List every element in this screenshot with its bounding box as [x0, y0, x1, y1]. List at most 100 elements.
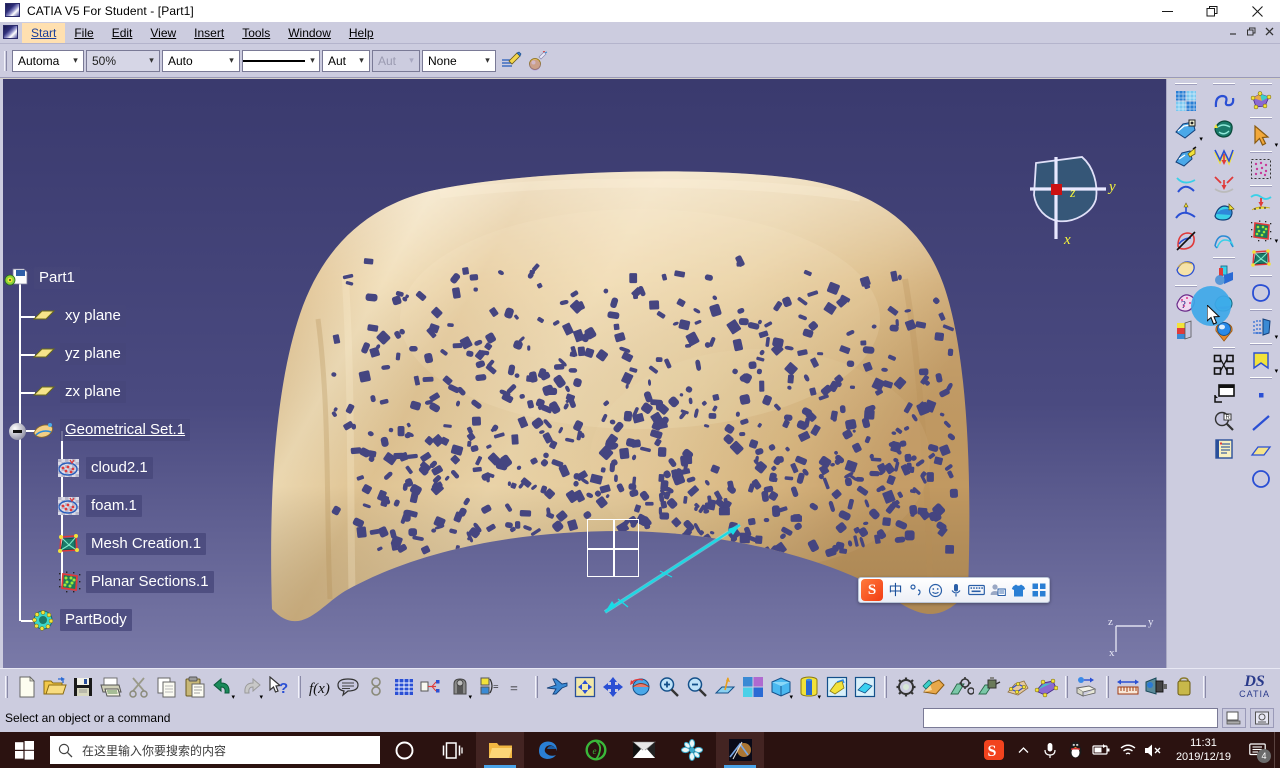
scan-creation-icon[interactable]: ▾	[1169, 115, 1203, 143]
battery-icon[interactable]	[1089, 732, 1115, 768]
zoom-in-icon[interactable]	[655, 672, 683, 702]
measure-item-icon[interactable]: =	[474, 672, 502, 702]
qq-penguin-icon[interactable]	[1063, 732, 1089, 768]
comment-icon[interactable]	[334, 672, 362, 702]
menu-window[interactable]: Window	[279, 23, 340, 43]
ime-punct-toggle[interactable]	[908, 579, 923, 601]
power-input-mode-icon[interactable]	[1250, 708, 1274, 728]
catia-document-icon[interactable]	[3, 24, 19, 41]
menu-view[interactable]: View	[141, 23, 185, 43]
select-arrow-icon[interactable]: ▾	[1244, 121, 1278, 149]
specification-tree[interactable]: Part1 xy plane yz plane zx plane Geometr…	[4, 259, 284, 639]
fit-all-in-icon[interactable]	[571, 672, 599, 702]
print-icon[interactable]	[97, 672, 125, 702]
line-type-combo[interactable]: ▾	[242, 49, 320, 72]
task-view-icon[interactable]	[428, 732, 476, 768]
mesh-creation-icon[interactable]	[1244, 245, 1278, 273]
ime-menu-icon[interactable]	[1031, 579, 1046, 601]
taskbar-search-box[interactable]: 在这里输入你要搜索的内容	[50, 736, 380, 764]
more-arrow-icon[interactable]: ▾	[1275, 368, 1279, 375]
line-weight-combo[interactable]: Auto ▾	[162, 49, 240, 72]
selection-grid[interactable]	[587, 519, 639, 577]
hide-show-icon[interactable]	[851, 672, 879, 702]
curve-network-icon[interactable]	[1207, 143, 1241, 171]
sogou-ime-icon[interactable]: S	[977, 732, 1011, 768]
render-style-combo[interactable]: None ▾	[422, 49, 496, 72]
weight-icon[interactable]	[1170, 672, 1198, 702]
notification-icon[interactable]: 4	[1240, 732, 1274, 768]
windows-start-icon[interactable]	[0, 732, 48, 768]
file-explorer-icon[interactable]	[476, 732, 524, 768]
search-icon[interactable]: R	[1207, 407, 1241, 435]
window-icon[interactable]	[1207, 379, 1241, 407]
measure-inertia-icon[interactable]: =	[502, 672, 530, 702]
menu-tools[interactable]: Tools	[233, 23, 279, 43]
open-icon[interactable]	[41, 672, 69, 702]
surface-fit-icon[interactable]	[1207, 199, 1241, 227]
annotation-icon[interactable]	[362, 672, 390, 702]
minimize-button[interactable]	[1145, 0, 1190, 22]
tree-node-zx-plane[interactable]: zx plane	[4, 373, 284, 411]
ime-toolbox-icon[interactable]	[990, 579, 1006, 601]
camera-icon[interactable]	[1142, 672, 1170, 702]
digitized-shape-editor-icon[interactable]	[1207, 261, 1241, 289]
generative-shape-icon[interactable]	[892, 672, 920, 702]
curve-smoothing-icon[interactable]	[1207, 87, 1241, 115]
save-icon[interactable]	[69, 672, 97, 702]
multi-view-icon[interactable]	[739, 672, 767, 702]
part-design-icon[interactable]	[920, 672, 948, 702]
new-icon[interactable]	[13, 672, 41, 702]
fill-holes-icon[interactable]	[1207, 115, 1241, 143]
merge-curves-icon[interactable]	[1207, 171, 1241, 199]
tree-node-mesh-creation[interactable]: Mesh Creation.1	[4, 525, 284, 563]
compass[interactable]: z y x	[1008, 141, 1128, 251]
graph-tree-icon[interactable]	[1207, 351, 1241, 379]
ime-keyboard-icon[interactable]	[968, 579, 985, 601]
toolbar-grip[interactable]	[884, 675, 887, 698]
more-arrow-icon[interactable]: ▾	[259, 694, 263, 701]
power-input-icon[interactable]	[418, 672, 446, 702]
cut-curve-icon[interactable]	[1169, 227, 1203, 255]
browser-360-icon[interactable]: e	[572, 732, 620, 768]
extrude-icon[interactable]: ▾	[1244, 313, 1278, 341]
line-icon[interactable]	[1244, 409, 1278, 437]
apply-material-icon[interactable]	[823, 672, 851, 702]
ime-skin-icon[interactable]	[1011, 579, 1026, 601]
tree-node-partbody[interactable]: PartBody	[4, 601, 284, 639]
distance-icon[interactable]	[1114, 672, 1142, 702]
show-desktop-button[interactable]	[1274, 732, 1280, 768]
point-style-combo[interactable]: Aut ▾	[322, 49, 370, 72]
chevron-up-icon[interactable]	[1011, 732, 1037, 768]
cloud-filter-icon[interactable]	[1244, 155, 1278, 183]
notes-icon[interactable]	[1207, 435, 1241, 463]
menu-edit[interactable]: Edit	[103, 23, 142, 43]
ime-lang-toggle[interactable]: 中	[888, 579, 903, 601]
tessellation-icon[interactable]	[1169, 87, 1203, 115]
command-input[interactable]	[923, 708, 1218, 728]
more-arrow-icon[interactable]: ▾	[231, 694, 235, 701]
assembly-design-icon[interactable]	[948, 672, 976, 702]
painter-icon[interactable]	[498, 48, 524, 74]
planar-sections-icon[interactable]: ▾	[1244, 217, 1278, 245]
drafting-icon[interactable]	[976, 672, 1004, 702]
toolbar-grip[interactable]	[298, 675, 301, 698]
formula-icon[interactable]: f(x)	[306, 672, 334, 702]
cortana-icon[interactable]	[380, 732, 428, 768]
circle-icon[interactable]	[1244, 465, 1278, 493]
dsi-icon[interactable]	[1004, 672, 1032, 702]
surface-patch-icon[interactable]	[1169, 255, 1203, 283]
layer-combo[interactable]: Automa ▾	[12, 49, 84, 72]
edge-icon[interactable]	[524, 732, 572, 768]
tree-node-geometrical-set[interactable]: Geometrical Set.1	[4, 411, 284, 449]
tree-node-yz-plane[interactable]: yz plane	[4, 335, 284, 373]
highlight-icon[interactable]	[524, 48, 550, 74]
sogou-logo-icon[interactable]: S	[861, 579, 883, 601]
tree-node-part1[interactable]: Part1	[4, 259, 284, 297]
toolbar-grip[interactable]	[4, 50, 7, 71]
sogou-ime-toolbar[interactable]: S 中	[858, 577, 1050, 603]
close-button[interactable]	[1235, 0, 1280, 22]
undo-icon[interactable]: ▾	[209, 672, 237, 702]
isometric-view-icon[interactable]: ▾	[767, 672, 795, 702]
3d-viewport[interactable]: Part1 xy plane yz plane zx plane Geometr…	[0, 79, 1166, 668]
curve-on-mesh-icon[interactable]	[1169, 171, 1203, 199]
